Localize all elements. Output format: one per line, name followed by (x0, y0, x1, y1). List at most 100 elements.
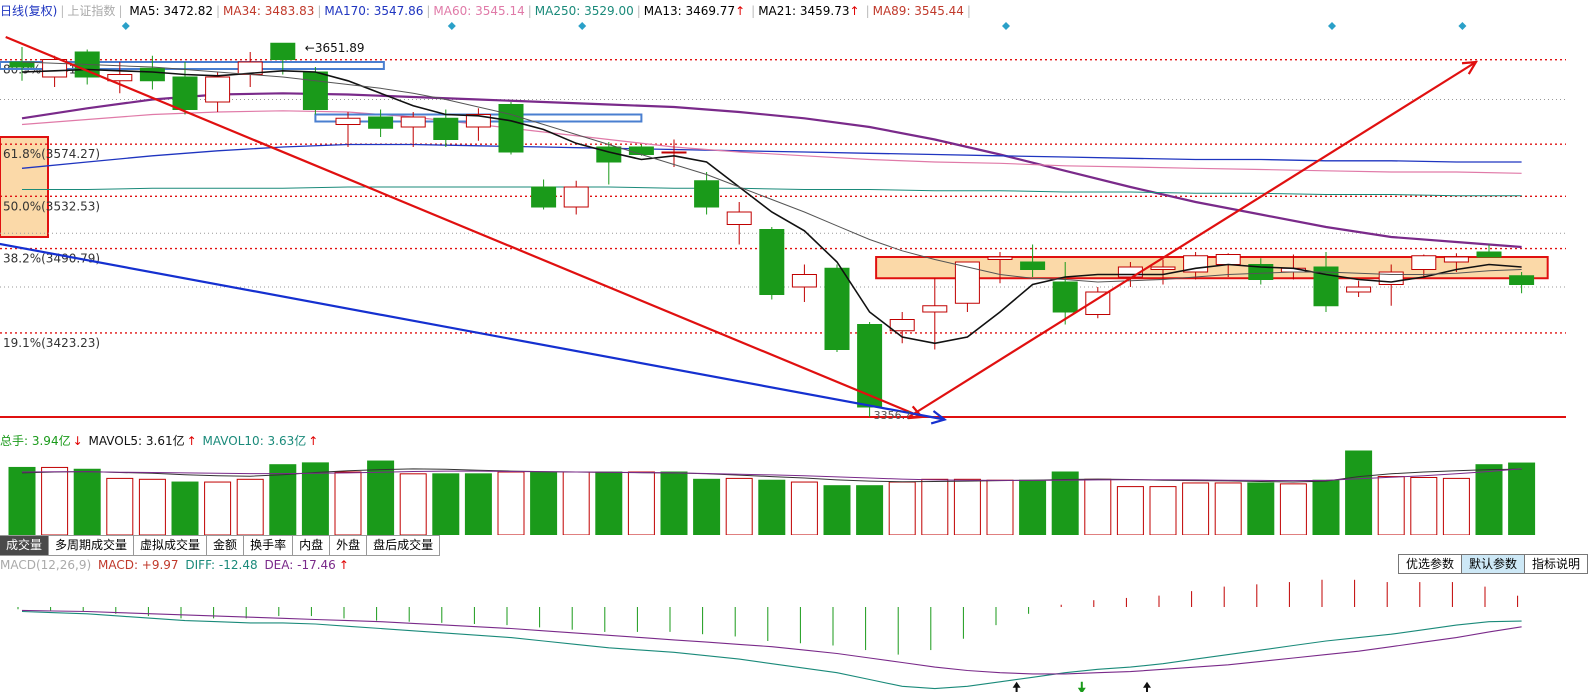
main-chart-legend: 日线(复权) | 上证指数 | MA5: 3472.82 | MA34: 3483.83 |… (0, 3, 977, 19)
high-price-label: ←3651.89 (305, 41, 365, 55)
legend-separator: | (527, 4, 532, 18)
volume-bar (758, 479, 786, 535)
fib-level-label: 19.1%(3423.23) (3, 336, 100, 350)
optimized-params-button[interactable]: 优选参数 (1397, 554, 1462, 574)
volume-bar (1508, 462, 1536, 535)
volume-bar (8, 466, 36, 535)
tab-turnover[interactable]: 换手率 (244, 536, 294, 555)
candle-body (1476, 251, 1502, 258)
candle-body (1215, 254, 1241, 265)
event-marker-icon (121, 22, 130, 30)
tab-after-hours-volume[interactable]: 盘后成交量 (367, 536, 441, 555)
volume-bar (1084, 478, 1112, 535)
volume-bar (1019, 479, 1047, 535)
candle-body (139, 67, 165, 82)
candle-body (824, 267, 850, 350)
mavol5-label: MAVOL5: 3.61亿 (88, 434, 185, 448)
volume-bar (627, 471, 655, 535)
diff-label: DIFF: -12.48 (185, 558, 258, 572)
volume-bar (921, 478, 949, 535)
macd-legend: MACD(12,26,9) MACD: +9.97 DIFF: -12.48 D… (0, 557, 352, 573)
volume-bar (334, 471, 362, 535)
candle-body (922, 305, 948, 313)
down-arrow-icon (1077, 681, 1086, 692)
candle-body (694, 180, 720, 208)
candle-body (759, 229, 785, 295)
candle-body (791, 274, 817, 288)
volume-bar (106, 477, 134, 535)
volume-bar (693, 478, 721, 535)
legend-separator: | (636, 4, 641, 18)
ma-pink-line (21, 110, 1522, 174)
volume-bar (1442, 477, 1470, 535)
ma-blue-line (21, 143, 1522, 169)
ma-legend-item: MA21: 3459.73↑ (758, 4, 860, 18)
ma-legend-item: MA170: 3547.86 (324, 4, 424, 18)
ma-legend-item: MA250: 3529.00 (534, 4, 634, 18)
candlestick-chart[interactable]: 80.9%(3641.82)61.8%(3574.27)50.0%(3532.5… (0, 18, 1594, 431)
volume-bar (73, 468, 101, 535)
total-volume-label: 总手: 3.94亿 (0, 434, 71, 448)
macd-chart[interactable] (0, 573, 1594, 692)
tab-multi-period-volume[interactable]: 多周期成交量 (49, 536, 135, 555)
volume-bar (562, 471, 590, 535)
volume-bar (888, 481, 916, 535)
trend-line (5, 35, 923, 419)
trend-line (0, 242, 945, 421)
volume-chart[interactable] (0, 449, 1594, 535)
macd-name-label: MACD(12,26,9) (0, 558, 92, 572)
dea-label: DEA: -17.46 (264, 558, 336, 572)
volume-bar (530, 471, 558, 535)
event-marker-icon (578, 22, 587, 30)
volume-bar (953, 478, 981, 535)
event-marker-icon (1328, 22, 1336, 30)
tab-outer-volume[interactable]: 外盘 (330, 536, 368, 555)
volume-bar (1312, 479, 1340, 535)
candle-body (400, 116, 426, 128)
candle-body (42, 59, 68, 78)
legend-separator: | (751, 4, 756, 18)
volume-bar (1279, 483, 1307, 535)
volume-bar (464, 473, 492, 535)
tab-volume[interactable]: 成交量 (0, 536, 50, 555)
ma-legend-item: MA34: 3483.83 (223, 4, 315, 18)
volume-bar (432, 473, 460, 535)
trend-line (908, 61, 1477, 418)
ma-legend-item: MA89: 3545.44 (872, 4, 964, 18)
indicator-help-button[interactable]: 指标说明 (1523, 554, 1588, 574)
candle-body (302, 71, 328, 110)
up-arrow-icon: ↓ (72, 434, 83, 448)
volume-bar (1182, 482, 1210, 535)
tab-amount[interactable]: 金额 (207, 536, 245, 555)
macd-value-label: MACD: +9.97 (97, 558, 179, 572)
candle-body (498, 104, 524, 153)
legend-separator: | (216, 4, 221, 18)
diff-line (21, 610, 1522, 690)
volume-bar (823, 485, 851, 535)
ma-legend-item: MA13: 3469.77↑ (643, 4, 746, 18)
volume-bar (595, 471, 623, 535)
volume-legend: 总手: 3.94亿 ↓ MAVOL5: 3.61亿 ↑ MAVOL10: 3.63亿… (0, 433, 320, 449)
event-marker-icon (447, 22, 456, 30)
volume-bar (1051, 471, 1079, 535)
event-marker-icon (1002, 22, 1010, 30)
tab-inner-volume[interactable]: 内盘 (293, 536, 331, 555)
candle-body (726, 211, 752, 225)
volume-bar (856, 485, 884, 535)
tab-virtual-volume[interactable]: 虚拟成交量 (134, 536, 208, 555)
candle-body (889, 319, 915, 332)
ma-line (21, 68, 1522, 345)
candle-body (205, 76, 231, 103)
up-arrow-icon: ↑ (186, 434, 197, 448)
volume-bar (1214, 482, 1242, 535)
volume-bar (1247, 482, 1275, 535)
candle-body (335, 117, 361, 125)
candle-body (270, 42, 296, 60)
legend-separator: | (60, 4, 65, 18)
up-arrow-icon: ↑ (849, 4, 860, 18)
candle-body (1509, 275, 1535, 285)
volume-bar (1410, 476, 1438, 535)
default-params-button[interactable]: 默认参数 (1460, 554, 1525, 574)
volume-bar (660, 471, 688, 535)
candle-body (954, 261, 980, 304)
